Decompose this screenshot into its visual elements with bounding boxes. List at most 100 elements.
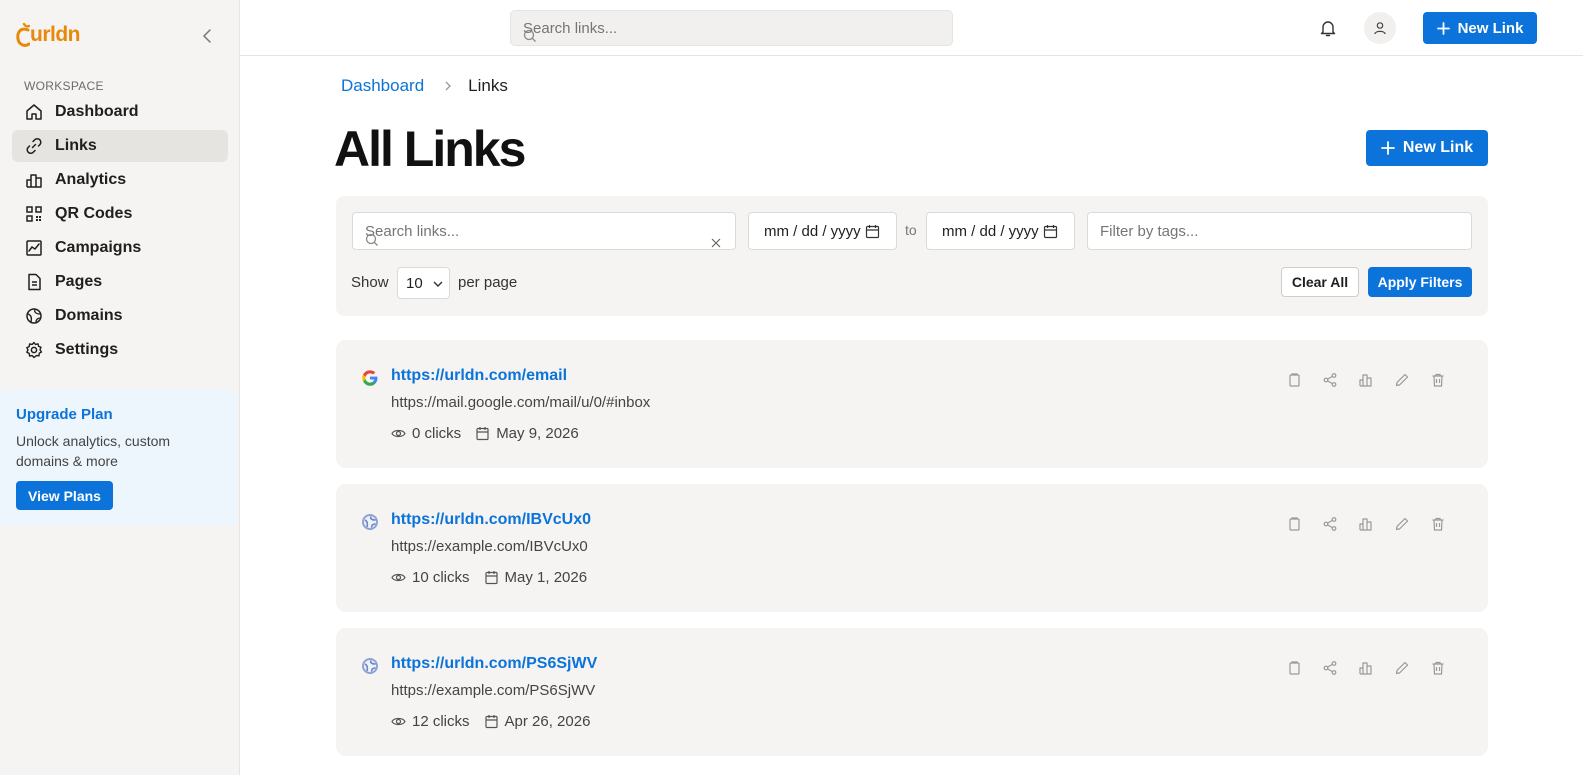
clear-search-icon[interactable] xyxy=(711,238,721,248)
delete-button[interactable] xyxy=(1430,660,1446,676)
short-url-link[interactable]: https://urldn.com/PS6SjWV xyxy=(391,655,597,673)
chevron-left-icon xyxy=(202,29,211,43)
sidebar-item-pages[interactable]: Pages xyxy=(12,266,228,298)
copy-button[interactable] xyxy=(1286,660,1302,676)
workspace-label: WORKSPACE xyxy=(24,79,104,93)
filter-search-box xyxy=(352,212,736,250)
bar-chart-icon xyxy=(1359,518,1372,531)
analytics-button[interactable] xyxy=(1358,516,1374,532)
search-icon xyxy=(365,233,378,246)
link-meta: 10 clicks May 1, 2026 xyxy=(391,569,587,586)
home-icon xyxy=(26,104,42,120)
eye-icon xyxy=(391,573,406,582)
sidebar-item-label: Analytics xyxy=(55,171,127,188)
sidebar-item-label: Settings xyxy=(55,341,119,358)
filter-panel: mm / dd / yyyy to mm / dd / yyyy Show 10… xyxy=(336,196,1488,316)
sidebar-item-dashboard[interactable]: Dashboard xyxy=(12,96,228,128)
delete-button[interactable] xyxy=(1430,372,1446,388)
short-url-link[interactable]: https://urldn.com/IBVcUx0 xyxy=(391,511,591,529)
analytics-button[interactable] xyxy=(1358,660,1374,676)
edit-button[interactable] xyxy=(1394,660,1410,676)
sidebar-item-label: Dashboard xyxy=(55,103,139,120)
collapse-sidebar-button[interactable] xyxy=(198,26,218,46)
plus-icon xyxy=(1380,141,1395,155)
page-icon xyxy=(28,273,41,291)
trash-icon xyxy=(1432,517,1444,531)
trash-icon xyxy=(1432,661,1444,675)
view-plans-button[interactable]: View Plans xyxy=(16,481,113,510)
destination-url: https://example.com/IBVcUx0 xyxy=(391,538,588,555)
copy-icon xyxy=(1289,517,1300,531)
bar-chart-icon xyxy=(1359,374,1372,387)
tags-filter-box xyxy=(1087,212,1472,250)
share-button[interactable] xyxy=(1322,516,1338,532)
upgrade-description: Unlock analytics, custom domains & more xyxy=(16,433,171,469)
short-url-link[interactable]: https://urldn.com/email xyxy=(391,367,567,385)
share-button[interactable] xyxy=(1322,660,1338,676)
filter-search-input[interactable] xyxy=(353,213,735,249)
share-icon xyxy=(1323,517,1337,531)
link-card: https://urldn.com/IBVcUx0 https://exampl… xyxy=(336,484,1488,612)
sidebar-item-settings[interactable]: Settings xyxy=(12,334,228,366)
share-button[interactable] xyxy=(1322,372,1338,388)
notifications-button[interactable] xyxy=(1318,18,1338,38)
new-link-button[interactable]: New Link xyxy=(1366,130,1488,166)
copy-button[interactable] xyxy=(1286,372,1302,388)
eye-icon xyxy=(391,717,406,726)
clear-all-button[interactable]: Clear All xyxy=(1281,267,1359,297)
date-to-input[interactable]: mm / dd / yyyy xyxy=(926,212,1075,250)
sidebar-item-label: QR Codes xyxy=(55,205,133,222)
globe-icon xyxy=(362,514,378,530)
top-new-link-button[interactable]: New Link xyxy=(1423,12,1537,44)
per-page-select[interactable]: 10 xyxy=(397,267,450,299)
user-avatar-button[interactable] xyxy=(1364,12,1396,44)
copy-button[interactable] xyxy=(1286,516,1302,532)
sidebar-item-links[interactable]: Links xyxy=(12,130,228,162)
tags-filter-input[interactable] xyxy=(1088,213,1471,249)
created-date: May 9, 2026 xyxy=(496,425,579,442)
top-new-link-label: New Link xyxy=(1457,19,1524,37)
calendar-icon xyxy=(476,427,489,441)
google-icon xyxy=(362,370,378,386)
calendar-icon xyxy=(865,225,880,239)
link-actions xyxy=(1286,660,1466,676)
click-count: 0 clicks xyxy=(412,425,462,442)
page-title: All Links xyxy=(334,121,526,177)
breadcrumb-dashboard-link[interactable]: Dashboard xyxy=(341,76,424,96)
date-from-input[interactable]: mm / dd / yyyy xyxy=(748,212,897,250)
copy-icon xyxy=(1289,661,1300,675)
campaign-icon xyxy=(26,240,42,256)
urldn-logo[interactable]: urldn xyxy=(16,18,81,52)
sidebar-item-label: Pages xyxy=(55,273,103,290)
sidebar-item-label: Links xyxy=(55,137,97,154)
pencil-icon xyxy=(1395,373,1409,387)
logo-text: urldn xyxy=(30,23,81,46)
link-meta: 0 clicks May 9, 2026 xyxy=(391,425,579,442)
created-date: Apr 26, 2026 xyxy=(504,713,591,730)
globe-icon xyxy=(26,308,42,324)
sidebar-item-campaigns[interactable]: Campaigns xyxy=(12,232,228,264)
eye-icon xyxy=(391,429,406,438)
link-actions xyxy=(1286,516,1466,532)
sidebar-nav: Dashboard Links Analytics QR Codes Campa… xyxy=(12,96,228,368)
analytics-button[interactable] xyxy=(1358,372,1374,388)
apply-filters-button[interactable]: Apply Filters xyxy=(1368,267,1472,297)
date-from-value: mm / dd / yyyy xyxy=(764,222,861,240)
edit-button[interactable] xyxy=(1394,372,1410,388)
delete-button[interactable] xyxy=(1430,516,1446,532)
upgrade-title: Upgrade Plan xyxy=(16,406,113,423)
calendar-icon xyxy=(484,571,498,585)
sidebar-item-analytics[interactable]: Analytics xyxy=(12,164,228,196)
link-meta: 12 clicks Apr 26, 2026 xyxy=(391,713,590,730)
calendar-icon xyxy=(1043,225,1058,239)
breadcrumb-current: Links xyxy=(468,76,508,95)
destination-url: https://example.com/PS6SjWV xyxy=(391,682,596,699)
sidebar-item-domains[interactable]: Domains xyxy=(12,300,228,332)
edit-button[interactable] xyxy=(1394,516,1410,532)
created-date: May 1, 2026 xyxy=(504,569,588,586)
top-search-input[interactable] xyxy=(511,11,952,45)
link-icon xyxy=(26,137,42,155)
sidebar-item-qr-codes[interactable]: QR Codes xyxy=(12,198,228,230)
click-count: 12 clicks xyxy=(412,713,470,730)
copy-icon xyxy=(1289,373,1300,387)
